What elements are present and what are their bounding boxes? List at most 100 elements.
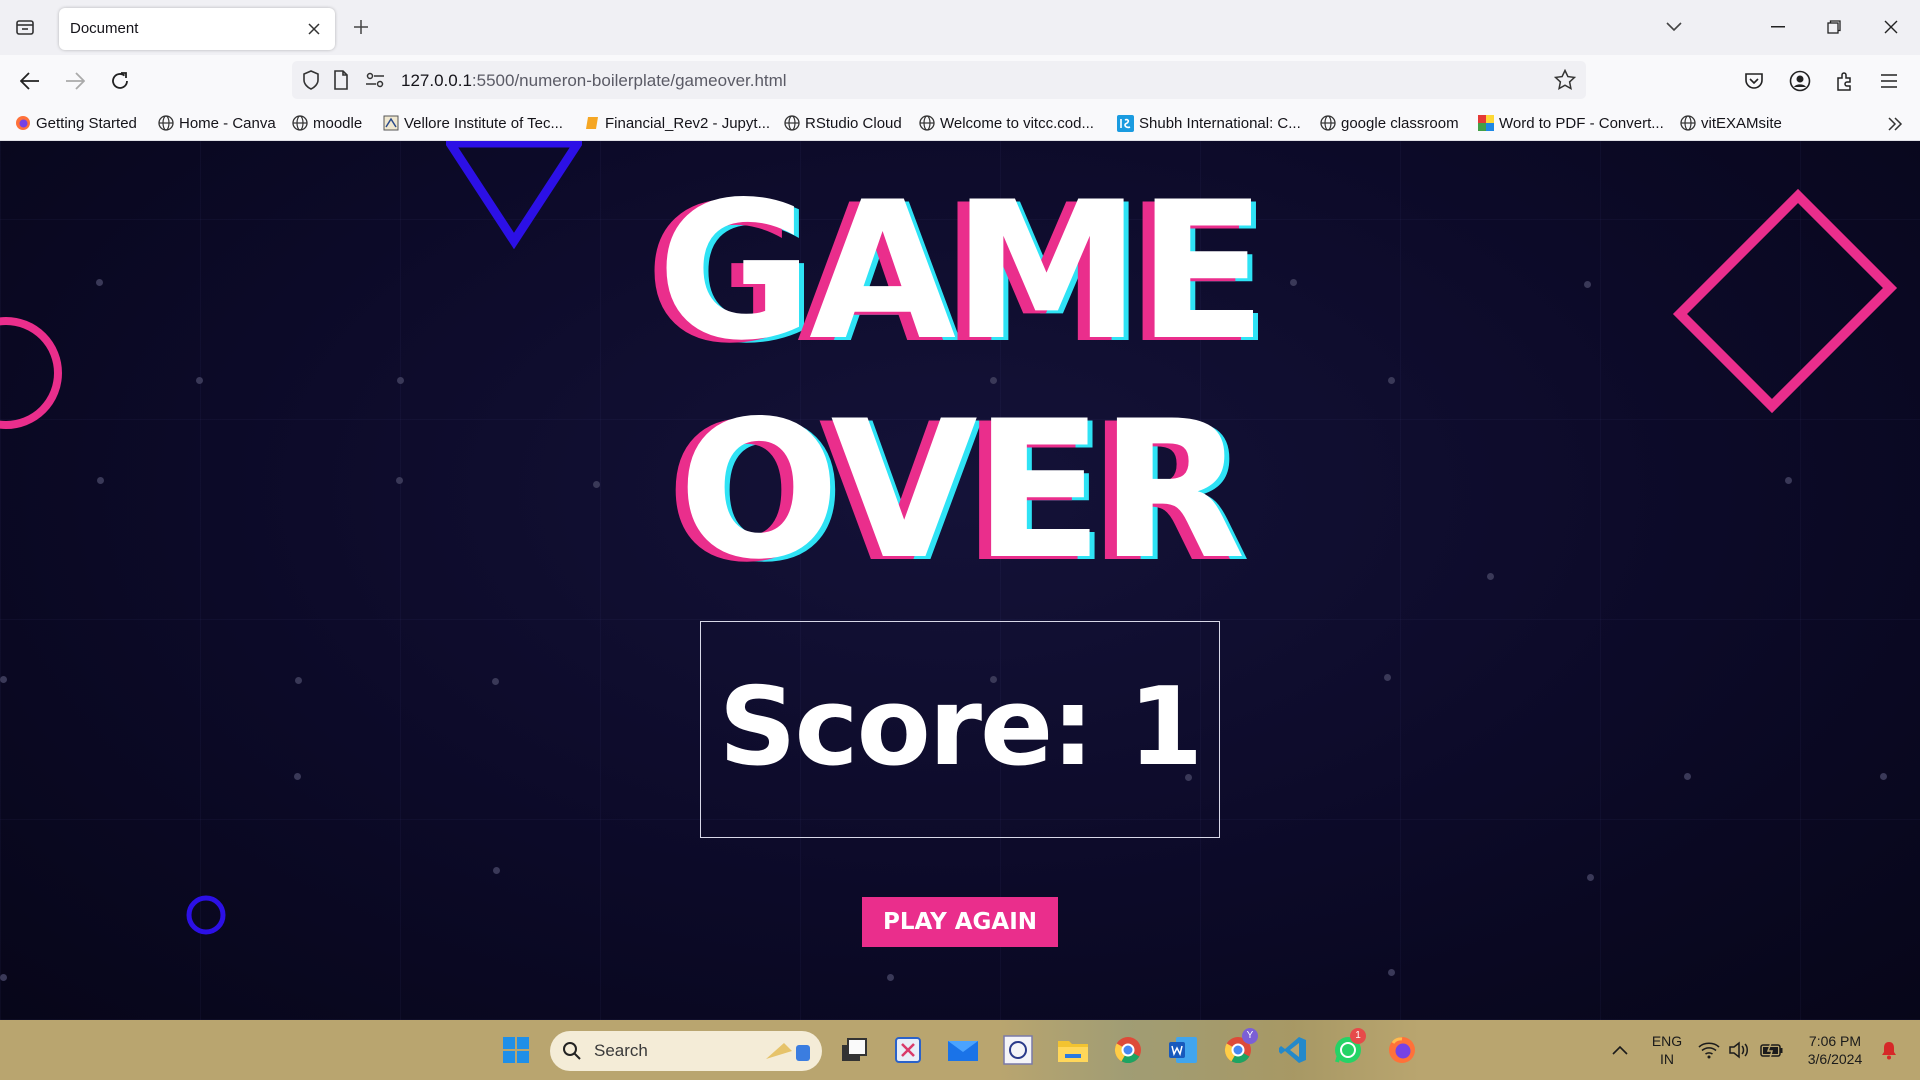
notebook-icon: [583, 115, 600, 132]
task-view-icon[interactable]: [836, 1032, 872, 1068]
multicolor-squares-icon: [1477, 115, 1494, 132]
bookmark-label: Shubh International: C...: [1139, 114, 1301, 132]
battery-icon[interactable]: [1757, 1032, 1787, 1068]
chrome-profile-icon[interactable]: Y: [1220, 1028, 1258, 1068]
bookmark-shubh-international[interactable]: Shubh International: C...: [1117, 113, 1301, 133]
game-over-title-line-2: OVER: [678, 380, 1246, 601]
bookmark-label: Word to PDF - Convert...: [1499, 114, 1664, 132]
wifi-icon[interactable]: [1695, 1032, 1723, 1068]
bookmark-word-to-pdf[interactable]: Word to PDF - Convert...: [1477, 113, 1664, 133]
whatsapp-badge: 1: [1350, 1028, 1366, 1044]
shubh-logo-icon: [1117, 114, 1134, 132]
vit-logo-icon: [382, 115, 399, 132]
active-tab[interactable]: Document: [59, 8, 335, 50]
page-icon[interactable]: [330, 69, 352, 91]
vscode-icon[interactable]: [1275, 1032, 1311, 1068]
background-dot: [1587, 874, 1594, 881]
firefox-taskbar-icon[interactable]: [1384, 1032, 1420, 1068]
background-dot: [294, 773, 301, 780]
bookmark-getting-started[interactable]: Getting Started: [14, 113, 137, 133]
tracking-shield-icon[interactable]: [300, 69, 322, 91]
background-dot: [492, 678, 499, 685]
bookmark-jupyter[interactable]: Financial_Rev2 - Jupyt...: [583, 113, 770, 133]
globe-icon: [291, 115, 308, 132]
background-dot: [196, 377, 203, 384]
reload-icon[interactable]: [104, 65, 136, 97]
extensions-icon[interactable]: [1829, 65, 1861, 97]
back-arrow-icon[interactable]: [14, 65, 46, 97]
bookmark-star-icon[interactable]: [1554, 69, 1576, 91]
volume-icon[interactable]: [1725, 1032, 1753, 1068]
pocket-icon[interactable]: [1738, 65, 1770, 97]
menu-hamburger-icon[interactable]: [1873, 65, 1905, 97]
background-dot: [295, 677, 302, 684]
globe-icon: [157, 115, 174, 132]
app-logo-icon[interactable]: [1000, 1032, 1036, 1068]
word-icon[interactable]: [1165, 1032, 1201, 1068]
game-over-page: GAME OVER Score: 1 PLAY AGAIN: [0, 141, 1920, 1020]
tab-title: Document: [70, 20, 139, 37]
url-path: :5500/numeron-boilerplate/gameover.html: [471, 71, 787, 90]
bookmark-google-classroom[interactable]: google classroom: [1319, 113, 1459, 133]
globe-icon: [918, 115, 935, 132]
url-host: 127.0.0.1: [401, 71, 472, 90]
background-dot: [1388, 377, 1395, 384]
tab-list-icon[interactable]: [12, 14, 38, 40]
close-tab-icon[interactable]: [303, 18, 325, 40]
new-tab-icon[interactable]: [348, 14, 374, 40]
list-all-tabs-icon[interactable]: [1661, 14, 1687, 40]
score-box: Score: 1: [700, 621, 1220, 838]
blue-circle-shape: [186, 895, 226, 935]
profile-badge: Y: [1242, 1028, 1258, 1044]
bookmark-canva[interactable]: Home - Canva: [157, 113, 276, 133]
bookmark-label: vitEXAMsite: [1701, 114, 1782, 132]
restore-icon[interactable]: [1811, 10, 1857, 44]
chrome-icon[interactable]: [1110, 1032, 1146, 1068]
more-bookmarks-icon[interactable]: [1884, 113, 1906, 135]
background-dot: [493, 867, 500, 874]
clock-time: 7:06 PM: [1808, 1033, 1862, 1049]
bookmark-vitcc[interactable]: Welcome to vitcc.cod...: [918, 113, 1094, 133]
account-icon[interactable]: [1784, 65, 1816, 97]
background-dot: [887, 974, 894, 981]
bookmark-label: Financial_Rev2 - Jupyt...: [605, 114, 771, 132]
taskbar-search-box[interactable]: Search: [550, 1031, 822, 1071]
windows-taskbar: Search Y 1 ENG IN 7:06 PM 3/6/2024: [0, 1020, 1920, 1080]
navigation-toolbar: 127.0.0.1:5500/numeron-boilerplate/gameo…: [0, 55, 1920, 105]
background-dot: [0, 676, 7, 683]
address-bar[interactable]: 127.0.0.1:5500/numeron-boilerplate/gameo…: [292, 61, 1586, 99]
url-text[interactable]: 127.0.0.1:5500/numeron-boilerplate/gameo…: [401, 71, 787, 91]
permissions-icon[interactable]: [364, 69, 386, 91]
show-hidden-icons-chevron-icon[interactable]: [1602, 1032, 1638, 1068]
score-text: Score: 1: [718, 665, 1203, 790]
background-dot: [1384, 674, 1391, 681]
snipping-tool-icon[interactable]: [890, 1032, 926, 1068]
background-dot: [1684, 773, 1691, 780]
language-line-2: IN: [1660, 1051, 1674, 1067]
mail-icon[interactable]: [945, 1032, 981, 1068]
forward-arrow-icon[interactable]: [59, 65, 91, 97]
bookmark-label: google classroom: [1341, 114, 1459, 132]
bookmark-label: Getting Started: [36, 114, 137, 132]
background-dot: [1388, 969, 1395, 976]
minimize-icon[interactable]: [1755, 10, 1801, 44]
firefox-icon: [14, 115, 31, 132]
background-dot: [397, 377, 404, 384]
clock[interactable]: 7:06 PM 3/6/2024: [1795, 1032, 1875, 1068]
bookmark-moodle[interactable]: moodle: [291, 113, 362, 133]
background-dot: [0, 974, 7, 981]
background-dot: [1880, 773, 1887, 780]
play-again-button[interactable]: PLAY AGAIN: [862, 897, 1058, 947]
close-window-icon[interactable]: [1868, 10, 1914, 44]
bookmark-rstudio[interactable]: RStudio Cloud: [783, 113, 902, 133]
file-explorer-icon[interactable]: [1055, 1032, 1091, 1068]
language-indicator[interactable]: ENG IN: [1647, 1032, 1687, 1068]
globe-icon: [783, 115, 800, 132]
whatsapp-icon[interactable]: 1: [1330, 1028, 1366, 1068]
bookmark-vellore-institute[interactable]: Vellore Institute of Tec...: [382, 113, 563, 133]
bookmark-vitexamsite[interactable]: vitEXAMsite: [1679, 113, 1782, 133]
game-over-title-line-1: GAME: [657, 161, 1267, 382]
notification-bell-icon[interactable]: [1877, 1032, 1901, 1068]
windows-start-icon[interactable]: [498, 1032, 534, 1068]
browser-tab-strip: Document: [0, 0, 1920, 55]
